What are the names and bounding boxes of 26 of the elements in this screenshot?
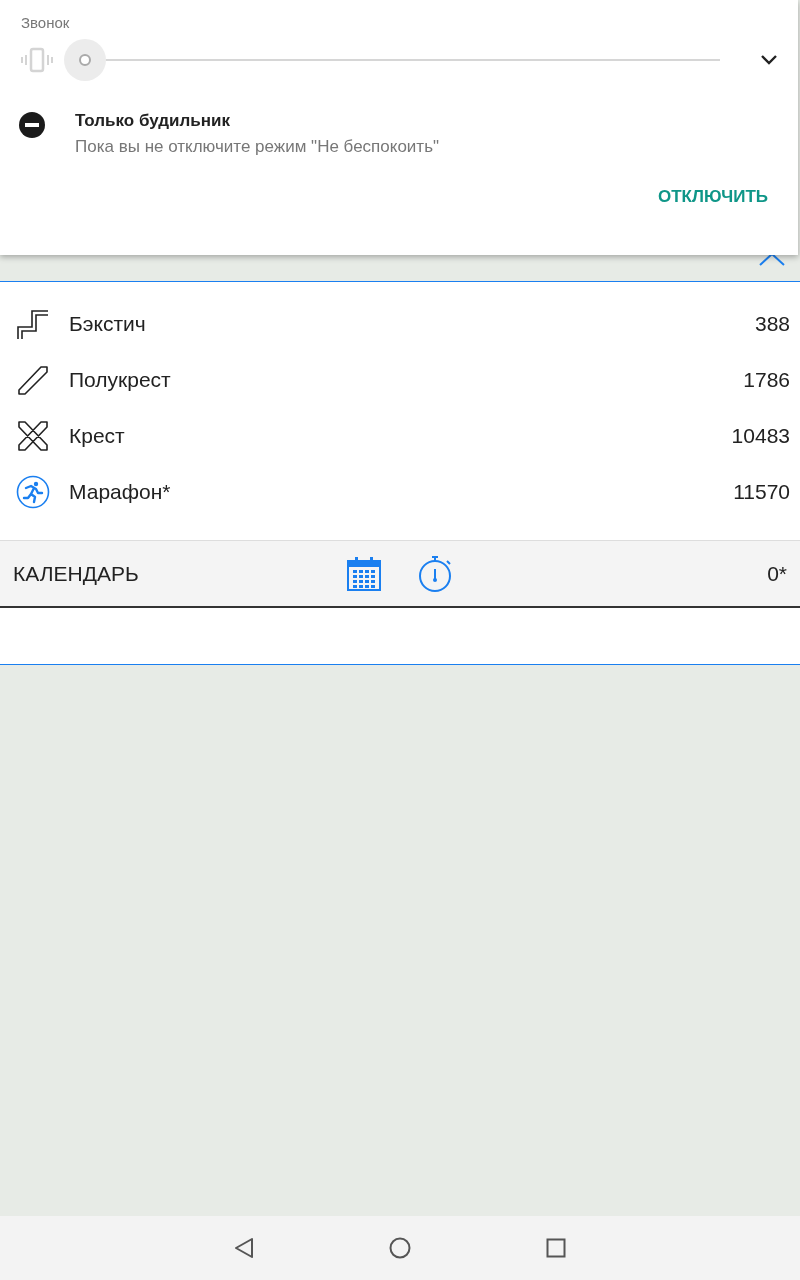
slider-thumb[interactable] (64, 39, 106, 81)
runner-icon (16, 475, 50, 509)
stat-value: 388 (754, 312, 790, 336)
recents-icon[interactable] (546, 1238, 566, 1258)
stat-label: Марафон* (69, 480, 172, 504)
calendar-count: 0* (767, 561, 787, 586)
back-icon[interactable] (234, 1237, 254, 1259)
turn-off-button[interactable]: ОТКЛЮЧИТЬ (658, 183, 768, 211)
stat-label: Бэкстич (69, 312, 147, 336)
diagonal-bar-icon (16, 363, 50, 397)
expand-icon[interactable] (760, 54, 778, 66)
dnd-subtitle: Пока вы не отключите режим "Не беспокоить" (75, 137, 440, 157)
stream-label: Звонок (21, 14, 70, 31)
cross-stitch-icon (16, 419, 50, 453)
calendar-icon[interactable] (346, 555, 382, 592)
dnd-title: Только будильник (75, 111, 231, 131)
minus-circle-icon (18, 111, 46, 139)
stat-value: 11570 (733, 480, 790, 504)
stat-value: 10483 (731, 424, 790, 448)
step-icon (16, 307, 50, 341)
home-icon[interactable] (389, 1237, 411, 1259)
stat-value: 1786 (743, 368, 790, 392)
stat-label: Полукрест (69, 368, 172, 392)
stopwatch-icon[interactable] (418, 554, 454, 593)
calendar-title: КАЛЕНДАРЬ (13, 561, 140, 586)
stat-label: Крест (69, 424, 126, 448)
